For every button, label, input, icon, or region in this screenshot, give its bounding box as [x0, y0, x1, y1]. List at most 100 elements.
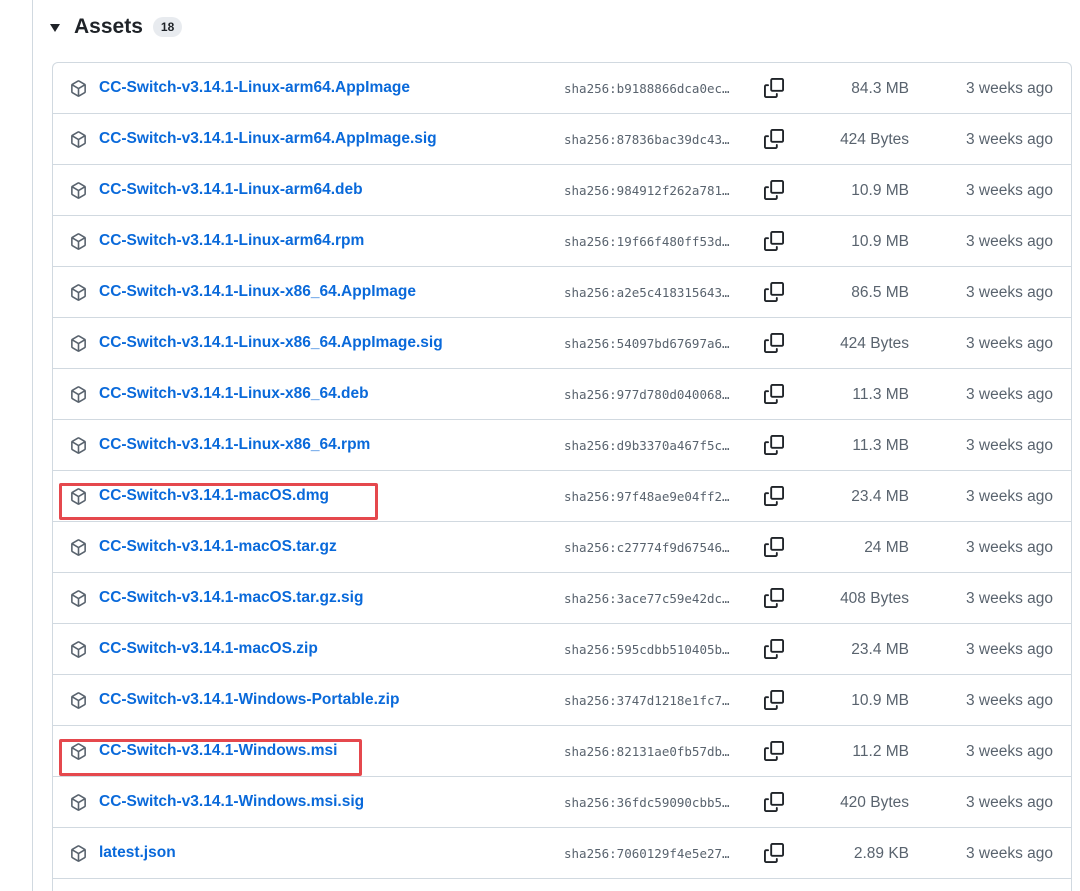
- asset-download-link[interactable]: CC-Switch-v3.14.1-Windows-Portable.zip: [99, 691, 399, 709]
- asset-row: CC-Switch-v3.14.1-macOS.tar.gz.sig sha25…: [53, 573, 1071, 624]
- release-assets-page: Assets 18 CC-Switch-v3.14.1-Linux-arm64.…: [0, 0, 1080, 891]
- asset-download-link[interactable]: CC-Switch-v3.14.1-macOS.tar.gz: [99, 538, 337, 556]
- asset-date: 3 weeks ago: [965, 131, 1053, 148]
- package-icon: [71, 131, 86, 148]
- asset-row: CC-Switch-v3.14.1-Windows.msi.sig sha256…: [53, 777, 1071, 828]
- asset-row: CC-Switch-v3.14.1-Linux-arm64.rpm sha256…: [53, 216, 1071, 267]
- asset-row: CC-Switch-v3.14.1-Windows-Portable.zip s…: [53, 675, 1071, 726]
- asset-size: 23.4 MB: [851, 488, 909, 505]
- asset-row: CC-Switch-v3.14.1-Linux-x86_64.deb sha25…: [53, 369, 1071, 420]
- package-icon: [71, 845, 86, 862]
- asset-row: CC-Switch-v3.14.1-macOS.zip sha256:595cd…: [53, 624, 1071, 675]
- asset-size: 86.5 MB: [851, 284, 909, 301]
- asset-date: 3 weeks ago: [965, 488, 1053, 505]
- asset-date: 3 weeks ago: [965, 437, 1053, 454]
- package-icon: [71, 80, 86, 97]
- copy-icon[interactable]: [764, 384, 784, 404]
- asset-size: 424 Bytes: [840, 131, 909, 148]
- asset-date: 3 weeks ago: [965, 233, 1053, 250]
- asset-date: 3 weeks ago: [965, 794, 1053, 811]
- asset-sha256: sha256:3ace77c59e42dc…: [564, 591, 730, 606]
- asset-row: CC-Switch-v3.14.1-Linux-arm64.deb sha256…: [53, 165, 1071, 216]
- asset-sha256: sha256:984912f262a781…: [564, 183, 730, 198]
- asset-row: latest.json sha256:7060129f4e5e27… 2.89 …: [53, 828, 1071, 879]
- asset-size: 11.3 MB: [852, 437, 909, 454]
- asset-size: 24 MB: [864, 539, 909, 556]
- asset-date: 3 weeks ago: [965, 845, 1053, 862]
- asset-download-link[interactable]: CC-Switch-v3.14.1-macOS.zip: [99, 640, 318, 658]
- asset-sha256: sha256:3747d1218e1fc7…: [564, 693, 730, 708]
- package-icon: [71, 692, 86, 709]
- package-icon: [71, 386, 86, 403]
- asset-sha256: sha256:7060129f4e5e27…: [564, 846, 730, 861]
- asset-download-link[interactable]: CC-Switch-v3.14.1-Linux-x86_64.AppImage.…: [99, 334, 443, 352]
- asset-download-link[interactable]: CC-Switch-v3.14.1-Windows.msi.sig: [99, 793, 364, 811]
- asset-date: 3 weeks ago: [965, 641, 1053, 658]
- asset-download-link[interactable]: CC-Switch-v3.14.1-macOS.tar.gz.sig: [99, 589, 363, 607]
- asset-download-link[interactable]: latest.json: [99, 844, 176, 862]
- asset-row: CC-Switch-v3.14.1-Linux-x86_64.AppImage.…: [53, 318, 1071, 369]
- asset-download-link[interactable]: CC-Switch-v3.14.1-Linux-arm64.deb: [99, 181, 363, 199]
- package-icon: [71, 335, 86, 352]
- asset-size: 408 Bytes: [840, 590, 909, 607]
- copy-icon[interactable]: [764, 792, 784, 812]
- asset-row: CC-Switch-v3.14.1-Linux-arm64.AppImage.s…: [53, 114, 1071, 165]
- copy-icon[interactable]: [764, 741, 784, 761]
- copy-icon[interactable]: [764, 180, 784, 200]
- asset-size: 11.2 MB: [852, 743, 909, 760]
- asset-size: 424 Bytes: [840, 335, 909, 352]
- package-icon: [71, 488, 86, 505]
- asset-sha256: sha256:82131ae0fb57db…: [564, 744, 730, 759]
- asset-row: CC-Switch-v3.14.1-macOS.dmg sha256:97f48…: [53, 471, 1071, 522]
- asset-date: 3 weeks ago: [965, 743, 1053, 760]
- asset-download-link[interactable]: CC-Switch-v3.14.1-macOS.dmg: [99, 487, 329, 505]
- asset-date: 3 weeks ago: [965, 692, 1053, 709]
- copy-icon[interactable]: [764, 333, 784, 353]
- asset-download-link[interactable]: CC-Switch-v3.14.1-Windows.msi: [99, 742, 337, 760]
- copy-icon[interactable]: [764, 486, 784, 506]
- asset-date: 3 weeks ago: [965, 80, 1053, 97]
- copy-icon[interactable]: [764, 843, 784, 863]
- asset-date: 3 weeks ago: [965, 539, 1053, 556]
- asset-sha256: sha256:595cdbb510405b…: [564, 642, 730, 657]
- timeline-rule: [32, 0, 33, 891]
- asset-date: 3 weeks ago: [965, 335, 1053, 352]
- assets-toggle[interactable]: Assets 18: [50, 10, 183, 44]
- asset-row: CC-Switch-v3.14.1-Linux-arm64.AppImage s…: [53, 63, 1071, 114]
- asset-sha256: sha256:a2e5c418315643…: [564, 285, 730, 300]
- package-icon: [71, 182, 86, 199]
- asset-sha256: sha256:c27774f9d67546…: [564, 540, 730, 555]
- copy-icon[interactable]: [764, 78, 784, 98]
- package-icon: [71, 284, 86, 301]
- asset-sha256: sha256:97f48ae9e04ff2…: [564, 489, 730, 504]
- copy-icon[interactable]: [764, 588, 784, 608]
- asset-sha256: sha256:977d780d040068…: [564, 387, 730, 402]
- copy-icon[interactable]: [764, 129, 784, 149]
- asset-sha256: sha256:d9b3370a467f5c…: [564, 438, 730, 453]
- asset-size: 2.89 KB: [853, 845, 909, 862]
- copy-icon[interactable]: [764, 537, 784, 557]
- asset-size: 10.9 MB: [851, 692, 909, 709]
- asset-size: 84.3 MB: [851, 80, 909, 97]
- asset-download-link[interactable]: CC-Switch-v3.14.1-Linux-arm64.AppImage.s…: [99, 130, 437, 148]
- copy-icon[interactable]: [764, 690, 784, 710]
- copy-icon[interactable]: [764, 639, 784, 659]
- asset-size: 11.3 MB: [852, 386, 909, 403]
- copy-icon[interactable]: [764, 282, 784, 302]
- assets-list: CC-Switch-v3.14.1-Linux-arm64.AppImage s…: [52, 62, 1072, 891]
- asset-size: 420 Bytes: [840, 794, 909, 811]
- asset-sha256: sha256:b9188866dca0ec…: [564, 81, 730, 96]
- asset-date: 3 weeks ago: [965, 386, 1053, 403]
- asset-date: 3 weeks ago: [965, 590, 1053, 607]
- asset-row: CC-Switch-v3.14.1-Linux-x86_64.rpm sha25…: [53, 420, 1071, 471]
- copy-icon[interactable]: [764, 231, 784, 251]
- asset-download-link[interactable]: CC-Switch-v3.14.1-Linux-arm64.AppImage: [99, 79, 410, 97]
- assets-title: Assets: [74, 15, 143, 38]
- asset-download-link[interactable]: CC-Switch-v3.14.1-Linux-x86_64.rpm: [99, 436, 370, 454]
- asset-download-link[interactable]: CC-Switch-v3.14.1-Linux-x86_64.deb: [99, 385, 369, 403]
- copy-icon[interactable]: [764, 435, 784, 455]
- asset-download-link[interactable]: CC-Switch-v3.14.1-Linux-x86_64.AppImage: [99, 283, 416, 301]
- asset-row-cutoff: [53, 879, 1071, 891]
- asset-download-link[interactable]: CC-Switch-v3.14.1-Linux-arm64.rpm: [99, 232, 364, 250]
- package-icon: [71, 590, 86, 607]
